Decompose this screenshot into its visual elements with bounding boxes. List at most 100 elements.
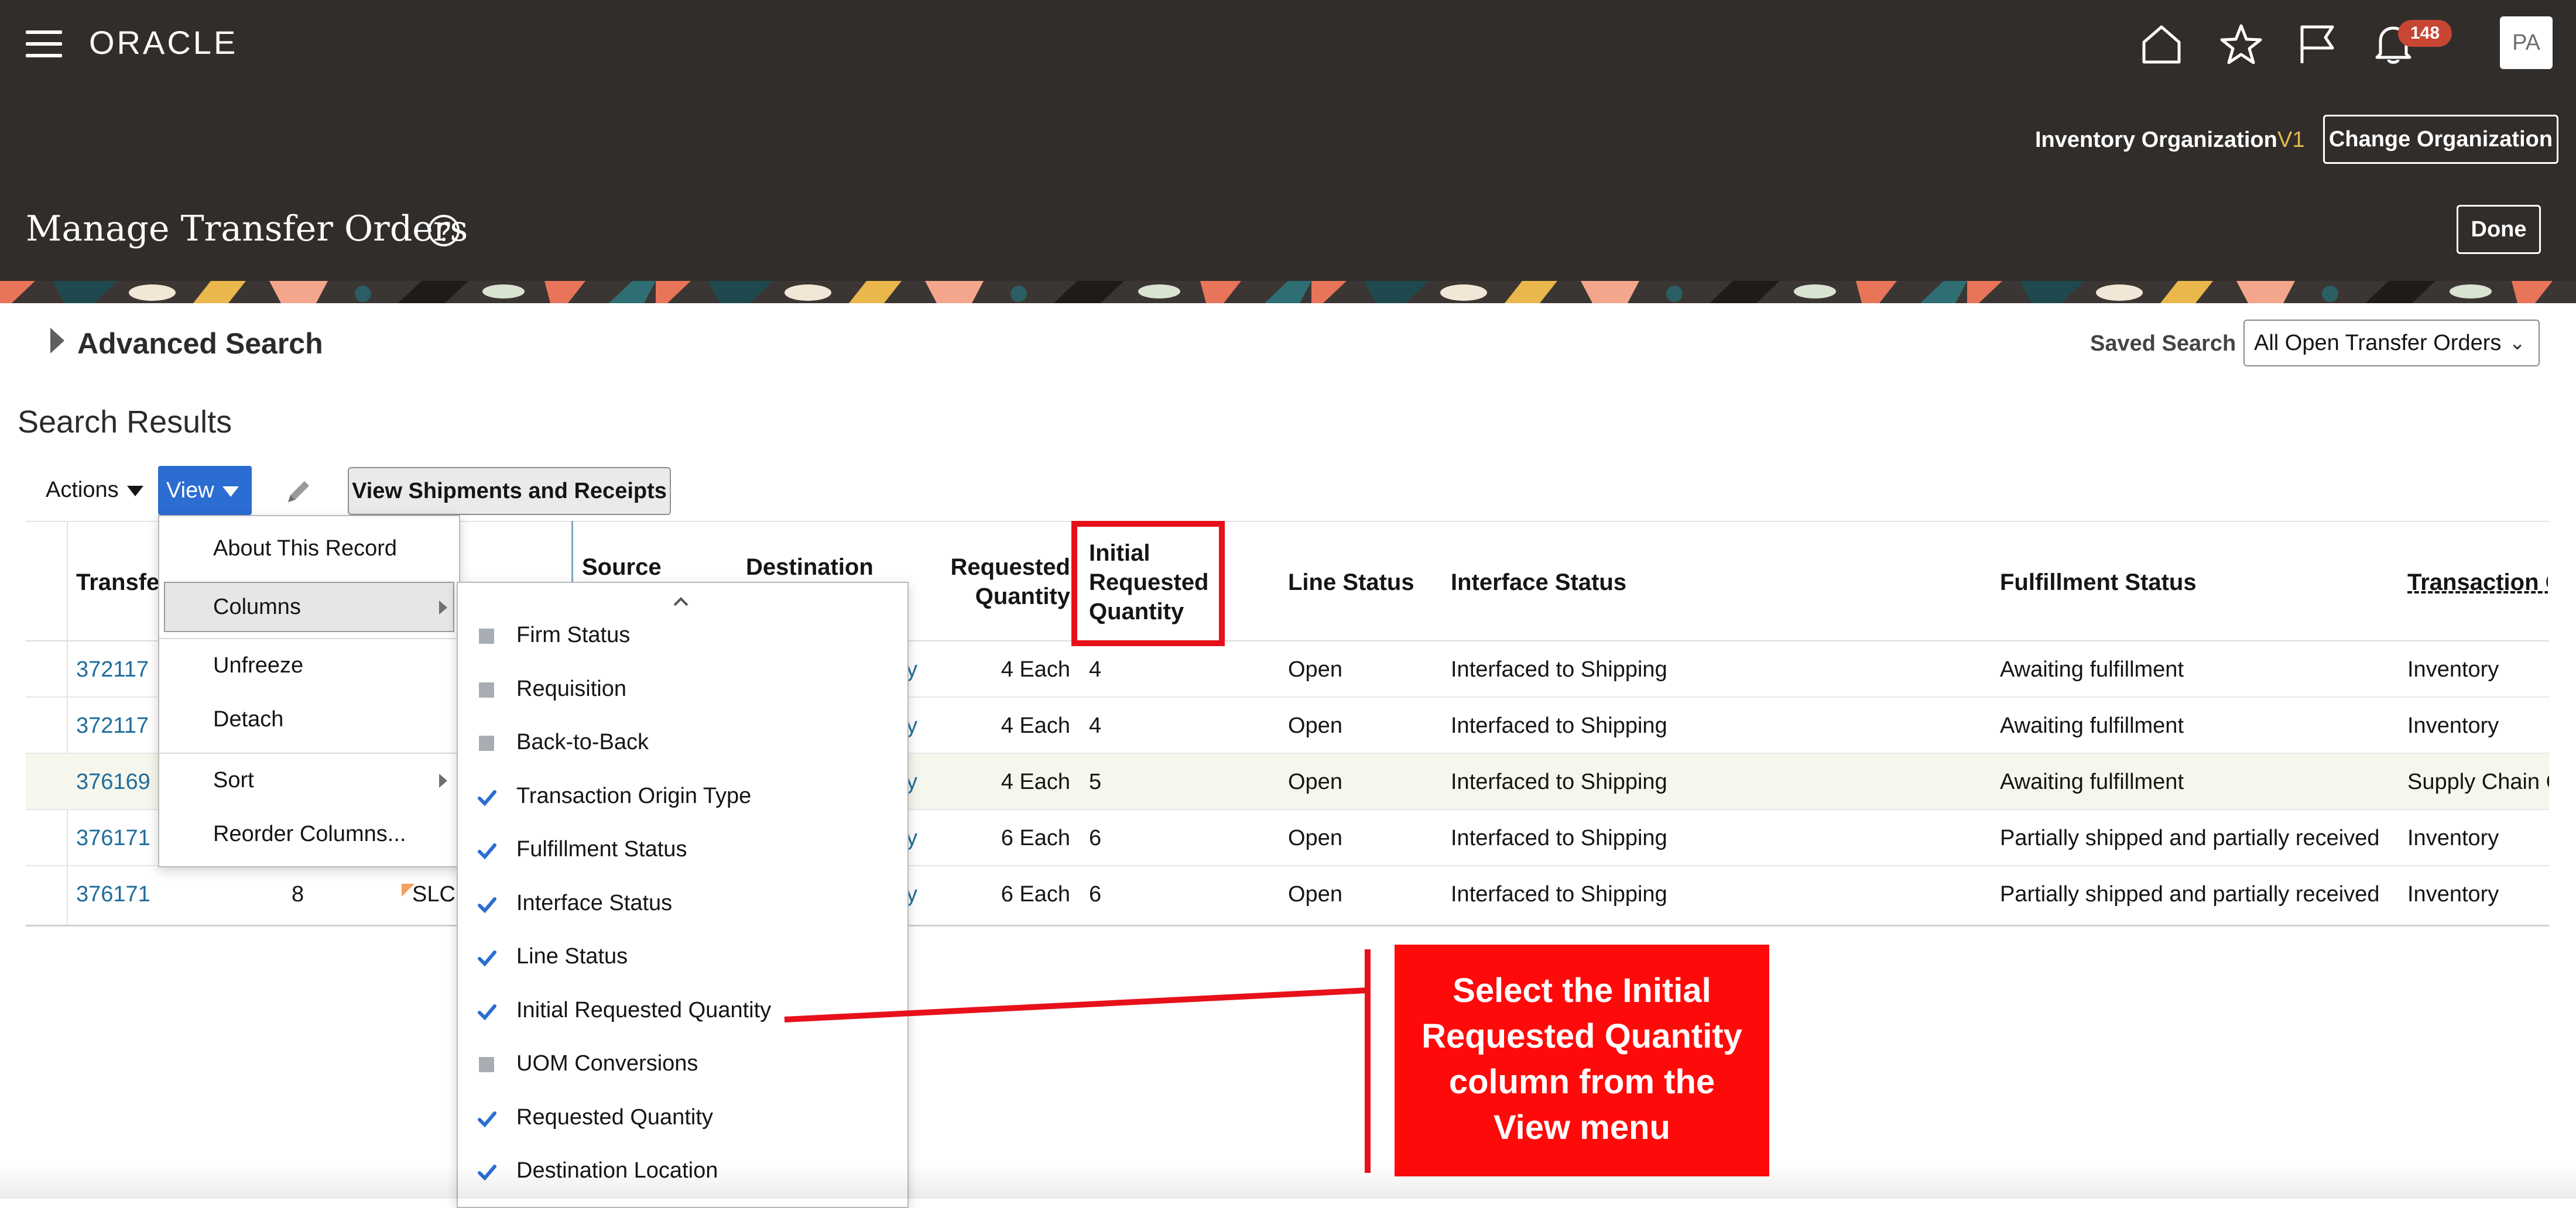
expand-triangle-icon[interactable] bbox=[50, 328, 64, 354]
unchecked-box-icon bbox=[479, 1057, 494, 1072]
initial-qty-cell: 5 bbox=[1089, 770, 1102, 794]
decorative-banner bbox=[0, 281, 2576, 303]
search-results-title: Search Results bbox=[18, 404, 232, 440]
callout-line-2: Requested Quantity bbox=[1421, 1017, 1742, 1055]
column-toggle-item[interactable]: Transaction Origin Type bbox=[516, 784, 751, 809]
table-row[interactable]: 376171 8 SLC y 6 Each 6 Open Interfaced … bbox=[26, 866, 2549, 922]
oracle-logo: ORACLE bbox=[89, 24, 238, 61]
column-toggle-item[interactable]: Requisition bbox=[516, 677, 626, 702]
submenu-arrow-icon bbox=[439, 774, 447, 788]
fulfillment-status-cell: Awaiting fulfillment bbox=[2000, 713, 2184, 738]
requested-qty-cell: 4 Each bbox=[1001, 713, 1070, 738]
callout-line-1: Select the Initial bbox=[1453, 972, 1711, 1010]
actions-menu-button[interactable]: Actions bbox=[46, 478, 143, 503]
column-toggle-item[interactable]: Line Status bbox=[516, 944, 628, 969]
checkmark-icon bbox=[478, 897, 496, 913]
table-bottom-border bbox=[26, 925, 2549, 926]
transfer-order-link[interactable]: 376171 bbox=[76, 810, 150, 866]
submenu-arrow-icon bbox=[439, 600, 447, 615]
transfer-order-link[interactable]: 376171 bbox=[76, 866, 150, 922]
view-shipments-receipts-button[interactable]: View Shipments and Receipts bbox=[348, 467, 671, 515]
saved-search-label: Saved Search bbox=[2090, 331, 2236, 356]
unchecked-box-icon bbox=[479, 682, 494, 698]
done-button[interactable]: Done bbox=[2457, 205, 2541, 254]
scroll-up-icon[interactable] bbox=[672, 595, 690, 609]
column-toggle-item[interactable]: UOM Conversions bbox=[516, 1051, 698, 1076]
menu-icon[interactable] bbox=[26, 30, 62, 57]
column-toggle-item[interactable]: Back-to-Back bbox=[516, 730, 649, 755]
global-header: ORACLE 148 PA Inventory Organization V1 … bbox=[0, 0, 2576, 281]
menu-item-columns-selected[interactable] bbox=[164, 582, 454, 632]
unchecked-box-icon bbox=[479, 629, 494, 644]
fulfillment-status-cell: Awaiting fulfillment bbox=[2000, 770, 2184, 794]
star-icon[interactable] bbox=[2218, 21, 2265, 68]
transaction-origin-cell: Inventory bbox=[2407, 713, 2499, 738]
column-toggle-item[interactable]: Initial Requested Quantity bbox=[516, 998, 771, 1023]
flag-icon[interactable] bbox=[2294, 21, 2341, 68]
fulfillment-status-cell: Awaiting fulfillment bbox=[2000, 657, 2184, 682]
change-organization-button[interactable]: Change Organization bbox=[2323, 115, 2558, 164]
pencil-icon[interactable] bbox=[282, 475, 315, 508]
caret-down-icon bbox=[126, 485, 143, 496]
col-header-requested-quantity[interactable]: Requested Quantity bbox=[919, 552, 1071, 611]
col-header-interface-status[interactable]: Interface Status bbox=[1451, 568, 1626, 597]
requested-qty-cell: 6 Each bbox=[1001, 882, 1070, 907]
advanced-search-title[interactable]: Advanced Search bbox=[77, 327, 323, 361]
menu-item-about-record[interactable]: About This Record bbox=[213, 536, 397, 561]
view-menu: About This Record Columns Unfreeze Detac… bbox=[158, 515, 460, 867]
requested-qty-cell: 4 Each bbox=[1001, 657, 1070, 682]
fulfillment-status-cell: Partially shipped and partially received bbox=[2000, 882, 2380, 907]
col-header-transfer[interactable]: Transfe bbox=[76, 568, 159, 597]
col-header-source[interactable]: Source bbox=[582, 552, 662, 582]
col-header-fulfillment-status[interactable]: Fulfillment Status bbox=[2000, 568, 2197, 597]
col-header-transaction-origin[interactable]: Transaction O bbox=[2407, 568, 2548, 597]
org-value: V1 bbox=[2277, 128, 2305, 152]
menu-item-unfreeze[interactable]: Unfreeze bbox=[213, 653, 303, 678]
interface-status-cell: Interfaced to Shipping bbox=[1451, 713, 1667, 738]
avatar[interactable]: PA bbox=[2500, 16, 2553, 69]
col-header-requested-line2: Quantity bbox=[975, 584, 1070, 609]
view-menu-button[interactable]: View bbox=[158, 466, 252, 515]
menu-item-columns[interactable]: Columns bbox=[213, 595, 301, 620]
initial-qty-cell: 6 bbox=[1089, 882, 1102, 907]
checkmark-icon bbox=[478, 1111, 496, 1127]
help-icon[interactable] bbox=[426, 213, 461, 248]
callout-line-4: View menu bbox=[1493, 1109, 1670, 1147]
transaction-origin-cell: Inventory bbox=[2407, 826, 2499, 850]
checkmark-icon bbox=[478, 1004, 496, 1020]
menu-item-detach[interactable]: Detach bbox=[213, 707, 283, 732]
transfer-order-link[interactable]: 372117 bbox=[76, 698, 149, 754]
saved-search-select[interactable]: All Open Transfer Orders ⌄ bbox=[2243, 320, 2540, 366]
transaction-origin-cell: Inventory bbox=[2407, 882, 2499, 907]
col-header-line-status[interactable]: Line Status bbox=[1288, 568, 1414, 597]
menu-item-sort[interactable]: Sort bbox=[213, 768, 254, 793]
menu-item-reorder-columns[interactable]: Reorder Columns... bbox=[213, 822, 406, 847]
line-status-cell: Open bbox=[1288, 657, 1342, 682]
line-status-cell: Open bbox=[1288, 770, 1342, 794]
column-toggle-item[interactable]: Interface Status bbox=[516, 891, 672, 916]
transfer-order-link[interactable]: 372117 bbox=[76, 641, 149, 698]
line-status-cell: Open bbox=[1288, 882, 1342, 907]
line-status-cell: Open bbox=[1288, 826, 1342, 850]
transaction-origin-cell: Supply Chain O bbox=[2407, 770, 2549, 794]
column-toggle-item[interactable]: Firm Status bbox=[516, 623, 630, 648]
interface-status-cell: Interfaced to Shipping bbox=[1451, 770, 1667, 794]
initial-quantity-highlight-box bbox=[1071, 521, 1225, 646]
callout-line-3: column from the bbox=[1448, 1063, 1715, 1101]
initial-qty-cell: 4 bbox=[1089, 657, 1102, 682]
col-header-destination[interactable]: Destination bbox=[746, 552, 873, 582]
column-toggle-item[interactable]: Requested Quantity bbox=[516, 1105, 713, 1130]
actions-label: Actions bbox=[46, 478, 119, 502]
menu-separator bbox=[159, 638, 459, 639]
line-status-cell: Open bbox=[1288, 713, 1342, 738]
unchecked-box-icon bbox=[479, 736, 494, 751]
bottom-shadow bbox=[0, 1165, 2576, 1199]
menu-separator bbox=[159, 753, 459, 754]
checkmark-icon bbox=[478, 790, 496, 806]
column-toggle-item[interactable]: Fulfillment Status bbox=[516, 837, 687, 862]
home-icon[interactable] bbox=[2138, 21, 2185, 68]
freeze-divider[interactable] bbox=[571, 521, 573, 582]
interface-status-cell: Interfaced to Shipping bbox=[1451, 882, 1667, 907]
instruction-callout: Select the Initial Requested Quantity co… bbox=[1395, 945, 1769, 1176]
transfer-order-link[interactable]: 376169 bbox=[76, 754, 150, 810]
